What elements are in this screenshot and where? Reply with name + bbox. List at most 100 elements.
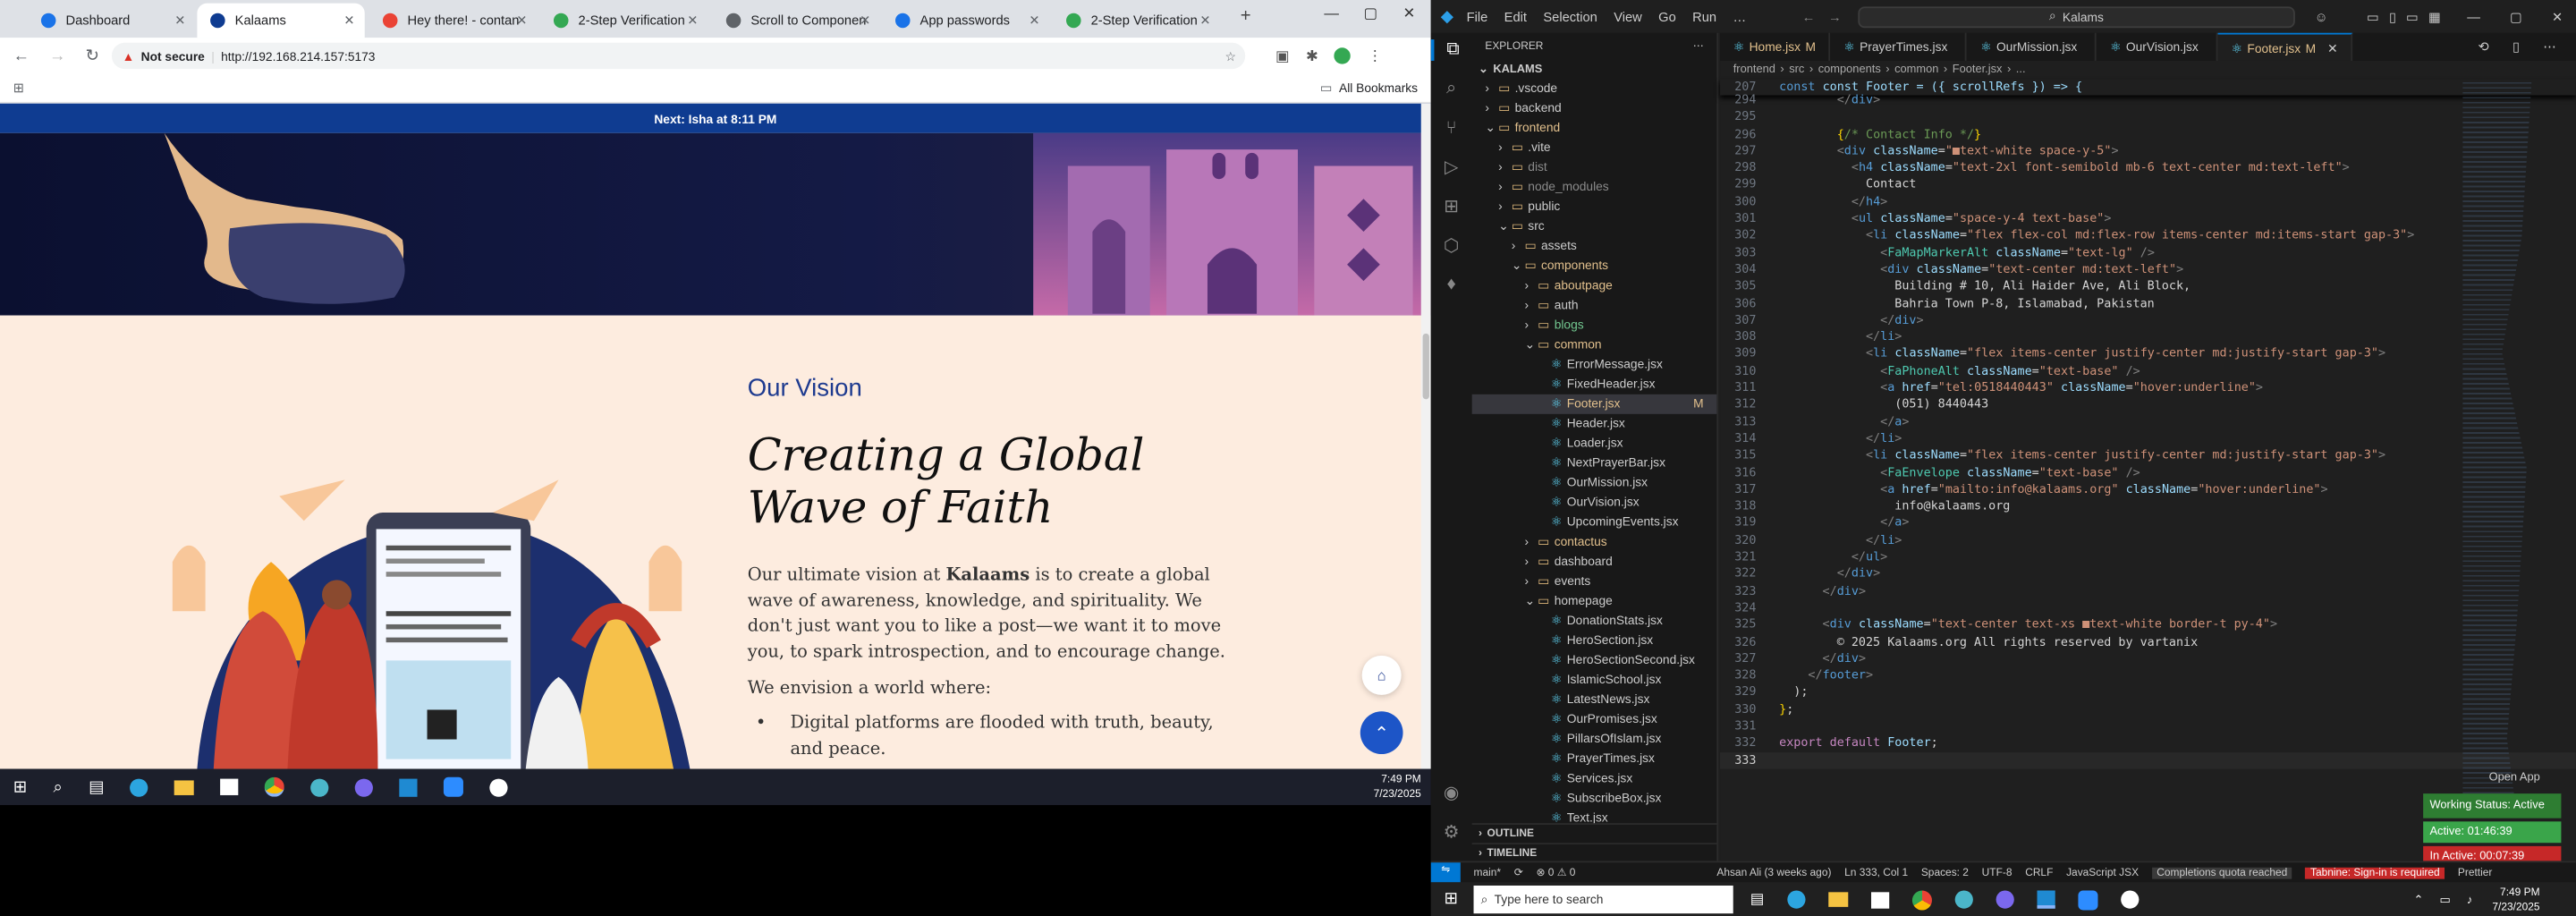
search-icon[interactable]: ⌕ xyxy=(53,778,62,796)
tree-folder[interactable]: › ▭ dashboard xyxy=(1472,552,1717,572)
browser-tab[interactable]: Hey there! - contan ✕ xyxy=(369,4,537,38)
menu-item[interactable]: File xyxy=(1467,9,1488,24)
tree-file[interactable]: ⚛ IslamicSchool.jsx xyxy=(1472,670,1717,690)
breadcrumb-item[interactable]: common xyxy=(1894,64,1938,76)
nav-forward-icon[interactable]: → xyxy=(1828,9,1842,24)
tree-file[interactable]: ⚛ HeroSection.jsx xyxy=(1472,631,1717,650)
tree-file[interactable]: ⚛ Loader.jsx xyxy=(1472,434,1717,454)
new-tab-button[interactable]: + xyxy=(1241,6,1251,26)
tree-file[interactable]: ⚛ PillarsOfIslam.jsx xyxy=(1472,729,1717,749)
browser-tab[interactable]: 2-Step Verification ✕ xyxy=(540,4,708,38)
tree-file[interactable]: ⚛ SubscribeBox.jsx xyxy=(1472,789,1717,809)
quota-warning[interactable]: Completions quota reached xyxy=(2151,866,2292,878)
menu-item[interactable]: Selection xyxy=(1543,9,1597,24)
tree-file[interactable]: ⚛ UpcomingEvents.jsx xyxy=(1472,513,1717,532)
tree-file[interactable]: ⚛ DonationStats.jsx xyxy=(1472,611,1717,631)
tree-folder[interactable]: ⌄ ▭ src xyxy=(1472,216,1717,236)
scroll-to-top-button[interactable]: ⌃ xyxy=(1360,711,1403,755)
bookmark-star-icon[interactable]: ☆ xyxy=(1225,48,1236,64)
other-app-icon[interactable] xyxy=(490,777,509,796)
breadcrumb-item[interactable]: Footer.jsx xyxy=(1953,64,2003,76)
all-bookmarks-link[interactable]: All Bookmarks xyxy=(1339,81,1418,96)
editor-tab[interactable]: ⚛ PrayerTimes.jsx xyxy=(1831,32,1968,61)
git-branch[interactable]: main* xyxy=(1474,867,1502,878)
editor-tab[interactable]: ⚛ Footer.jsx M ✕ xyxy=(2217,32,2353,61)
tree-folder[interactable]: › ▭ dist xyxy=(1472,157,1717,177)
extensions-puzzle-icon[interactable]: ✱ xyxy=(1306,47,1318,64)
breadcrumb-item[interactable]: ... xyxy=(2016,64,2026,76)
tab-close-icon[interactable]: ✕ xyxy=(1199,13,1210,29)
tree-folder[interactable]: › ▭ contactus xyxy=(1472,532,1717,552)
tree-file[interactable]: ⚛ ErrorMessage.jsx xyxy=(1472,355,1717,375)
tab-close-icon[interactable]: ✕ xyxy=(1029,13,1039,29)
chrome-taskbar-icon[interactable] xyxy=(265,776,285,797)
indentation[interactable]: Spaces: 2 xyxy=(1921,867,1969,878)
task-view-icon[interactable]: ▤ xyxy=(1750,890,1765,908)
tree-folder[interactable]: › ▭ aboutpage xyxy=(1472,276,1717,296)
problems-count[interactable]: ⊗ 0 ⚠ 0 xyxy=(1536,866,1575,879)
remote-icon[interactable]: ⬡ xyxy=(1431,235,1472,256)
taskbar-search-box[interactable]: ⌕ Type here to search xyxy=(1474,885,1734,914)
tree-file[interactable]: ⚛ FixedHeader.jsx xyxy=(1472,375,1717,394)
run-debug-icon[interactable]: ▷ xyxy=(1431,156,1472,177)
extension-icon[interactable]: ▣ xyxy=(1275,47,1290,64)
copilot-icon[interactable]: ☺ xyxy=(2315,9,2328,24)
file-explorer-icon[interactable] xyxy=(1828,892,1849,907)
tree-folder[interactable]: › ▭ assets xyxy=(1472,236,1717,256)
line-endings[interactable]: CRLF xyxy=(2025,867,2053,878)
store-icon[interactable] xyxy=(220,778,240,795)
editor-actions-icons[interactable]: ⟲ ▯ ⋯ xyxy=(2479,39,2566,55)
prettier-status[interactable]: Prettier xyxy=(2458,867,2492,878)
tree-file[interactable]: ⚛ OurMission.jsx xyxy=(1472,473,1717,493)
accounts-icon[interactable]: ◉ xyxy=(1431,782,1472,803)
task-view-icon[interactable]: ▤ xyxy=(89,778,104,796)
edge-icon[interactable] xyxy=(1787,890,1806,909)
forward-icon[interactable]: → xyxy=(49,47,65,64)
nav-back-icon[interactable]: ← xyxy=(1802,9,1816,24)
tree-file[interactable]: ⚛ Footer.jsx M xyxy=(1471,394,1717,414)
explorer-more-icon[interactable]: ⋯ xyxy=(1693,39,1704,53)
back-icon[interactable]: ← xyxy=(13,47,30,64)
git-blame[interactable]: Ahsan Ali (3 weeks ago) xyxy=(1716,867,1831,878)
github-icon[interactable] xyxy=(355,777,374,796)
browser-tab[interactable]: 2-Step Verification ✕ xyxy=(1053,4,1220,38)
menu-item[interactable]: Run xyxy=(1692,9,1716,24)
vscode-taskbar-icon[interactable] xyxy=(2037,890,2055,909)
profile-avatar[interactable] xyxy=(1335,47,1352,64)
zoom-icon[interactable] xyxy=(2078,889,2098,910)
app-icon[interactable] xyxy=(1954,890,1973,909)
file-explorer-icon[interactable] xyxy=(174,779,195,795)
tab-close-icon[interactable]: ✕ xyxy=(343,13,354,29)
reload-icon[interactable]: ↻ xyxy=(86,47,99,64)
menu-item[interactable]: Go xyxy=(1658,9,1676,24)
sync-icon[interactable]: ⟳ xyxy=(1514,866,1523,879)
edge-icon[interactable] xyxy=(130,777,149,796)
scroll-top-light-button[interactable]: ⌂ xyxy=(1361,655,1402,695)
tab-close-icon[interactable]: ✕ xyxy=(860,13,870,29)
app-icon[interactable] xyxy=(310,777,330,796)
tab-close-icon[interactable]: ✕ xyxy=(174,13,185,29)
tree-folder[interactable]: › ▭ auth xyxy=(1472,296,1717,316)
tab-close-icon[interactable]: ✕ xyxy=(516,13,527,29)
tree-folder[interactable]: › ▭ node_modules xyxy=(1472,177,1717,197)
tree-file[interactable]: ⚛ OurPromises.jsx xyxy=(1472,709,1717,729)
browser-tab[interactable]: Dashboard ✕ xyxy=(28,4,195,38)
tree-file[interactable]: ⚛ Header.jsx xyxy=(1472,414,1717,434)
tree-folder[interactable]: › ▭ backend xyxy=(1472,98,1717,118)
browser-tab[interactable]: Kalaams ✕ xyxy=(197,3,365,38)
tree-file[interactable]: ⚛ NextPrayerBar.jsx xyxy=(1472,454,1717,473)
language-mode[interactable]: JavaScript JSX xyxy=(2066,867,2139,878)
zoom-icon[interactable] xyxy=(444,776,464,797)
apps-grid-icon[interactable]: ⊞ xyxy=(13,81,24,96)
store-icon[interactable] xyxy=(1870,891,1890,908)
tree-folder[interactable]: › ▭ events xyxy=(1472,572,1717,591)
other-app-icon[interactable] xyxy=(2121,890,2140,909)
breadcrumb-item[interactable]: src xyxy=(1789,64,1804,76)
source-control-icon[interactable]: ⑂ xyxy=(1431,118,1472,138)
timeline-section[interactable]: › TIMELINE xyxy=(1471,843,1719,862)
tab-close-icon[interactable]: ✕ xyxy=(2327,40,2338,55)
tree-folder[interactable]: ⌄ ▭ components xyxy=(1472,257,1717,276)
breadcrumb-item[interactable]: frontend xyxy=(1733,64,1775,76)
menu-more[interactable]: … xyxy=(1733,9,1746,24)
menu-item[interactable]: Edit xyxy=(1504,9,1527,24)
